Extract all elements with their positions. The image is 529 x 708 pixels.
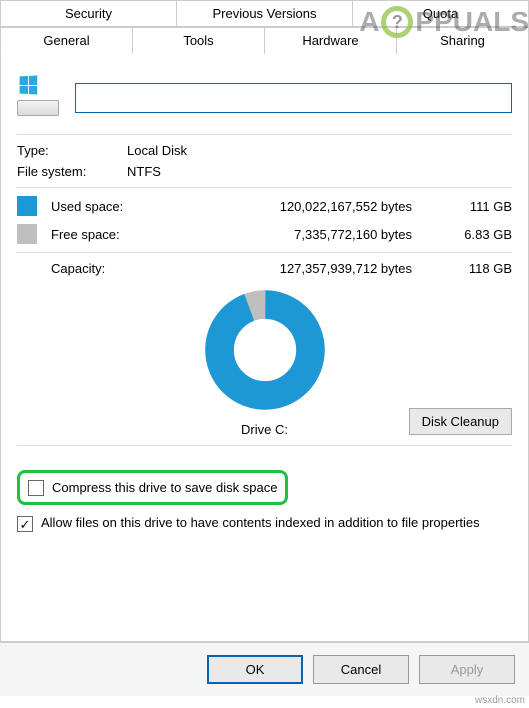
free-space-label: Free space: [51,227,171,242]
compress-option-highlight: Compress this drive to save disk space [17,470,288,505]
usage-chart-area: Drive C: Disk Cleanup [17,290,512,437]
tab-general[interactable]: General [0,27,133,54]
compress-checkbox[interactable] [28,480,44,496]
capacity-label: Capacity: [51,261,171,276]
tab-previous-versions[interactable]: Previous Versions [177,0,353,27]
used-swatch-icon [17,196,37,216]
ok-button[interactable]: OK [207,655,303,684]
drive-name-input[interactable] [75,83,512,113]
general-panel: Type: Local Disk File system: NTFS Used … [0,54,529,642]
free-swatch-icon [17,224,37,244]
used-space-label: Used space: [51,199,171,214]
tab-hardware[interactable]: Hardware [265,27,397,54]
divider [17,134,512,135]
disk-usage-donut-icon [205,290,325,410]
drive-icon [17,80,59,116]
source-watermark: wsxdn.com [475,695,525,706]
type-value: Local Disk [127,143,187,158]
apply-button[interactable]: Apply [419,655,515,684]
capacity-bytes: 127,357,939,712 bytes [171,261,442,276]
capacity-gb: 118 GB [442,261,512,276]
free-space-bytes: 7,335,772,160 bytes [171,227,442,242]
filesystem-label: File system: [17,164,127,179]
filesystem-value: NTFS [127,164,161,179]
divider [17,187,512,188]
divider [17,252,512,253]
dialog-footer: OK Cancel Apply [0,642,529,696]
index-label: Allow files on this drive to have conten… [41,515,480,530]
index-checkbox[interactable] [17,516,33,532]
compress-label: Compress this drive to save disk space [52,480,277,495]
cancel-button[interactable]: Cancel [313,655,409,684]
tab-sharing[interactable]: Sharing [397,27,529,54]
type-label: Type: [17,143,127,158]
tabs-back-row: Security Previous Versions Quota [0,0,529,27]
divider [17,445,512,446]
disk-cleanup-button[interactable]: Disk Cleanup [409,408,512,435]
drive-label: Drive C: [241,422,288,437]
used-space-bytes: 120,022,167,552 bytes [171,199,442,214]
free-space-gb: 6.83 GB [442,227,512,242]
used-space-gb: 111 GB [442,199,512,214]
tab-tools[interactable]: Tools [133,27,265,54]
tabs-front-row: General Tools Hardware Sharing [0,27,529,54]
tab-quota[interactable]: Quota [353,0,529,27]
tab-security[interactable]: Security [0,0,177,27]
